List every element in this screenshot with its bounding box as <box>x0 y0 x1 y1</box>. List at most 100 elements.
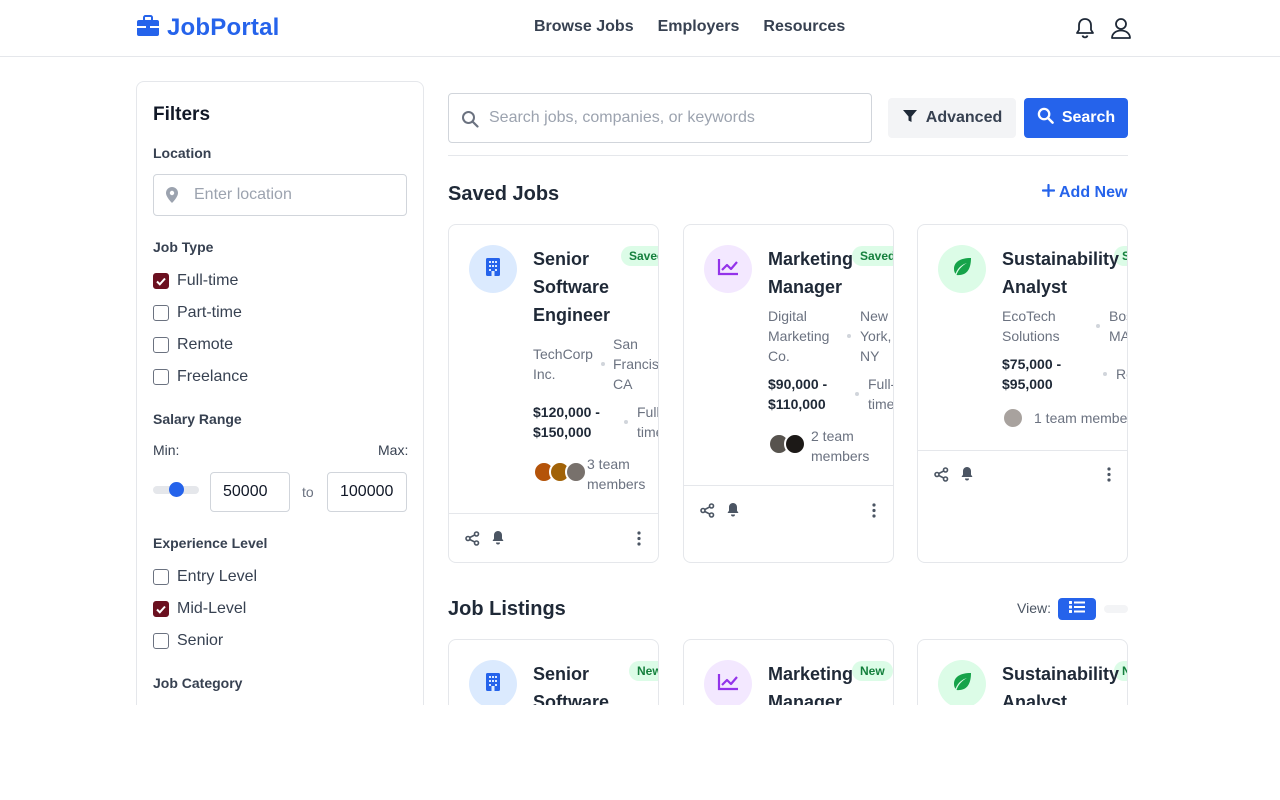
team-avatars <box>1002 407 1024 429</box>
avatar <box>1002 407 1024 429</box>
location-field[interactable] <box>153 174 407 216</box>
list-icon <box>1069 600 1085 618</box>
team-count: 2 team members <box>811 428 870 464</box>
salary-min-input[interactable]: 50000 <box>210 472 290 512</box>
saved-job-card[interactable]: Saved Sustainability Analyst EcoTech Sol… <box>917 224 1128 563</box>
checkbox-unchecked[interactable] <box>153 369 169 385</box>
job-type: Full-time <box>637 404 659 440</box>
top-header: JobPortal Browse Jobs Employers Resource… <box>0 0 1280 57</box>
job-title[interactable]: Senior Software Engineer <box>533 245 658 329</box>
page-bottom-blank <box>0 705 1280 800</box>
leaf-icon <box>951 257 973 282</box>
job-type-full-time[interactable]: Full-time <box>153 272 238 290</box>
main-nav: Browse Jobs Employers Resources <box>534 18 845 36</box>
job-location: Boston, MA <box>1109 308 1128 344</box>
company-avatar <box>704 660 752 708</box>
share-icon[interactable] <box>934 467 949 487</box>
company-name: TechCorp Inc. <box>533 346 593 382</box>
search-field[interactable] <box>448 93 872 143</box>
briefcase-icon <box>136 14 160 42</box>
team-count: 1 team member <box>1034 410 1128 426</box>
separator-dot <box>1096 324 1100 328</box>
saved-job-card[interactable]: Saved Senior Software Engineer TechCorp … <box>448 224 659 563</box>
search-button[interactable]: Search <box>1024 98 1128 138</box>
salary-to-label: to <box>302 484 314 500</box>
grid-view-button[interactable] <box>1104 605 1128 613</box>
job-listings-title: Job Listings <box>448 598 566 620</box>
experience-label: Experience Level <box>153 535 268 551</box>
job-type-remote[interactable]: Remote <box>153 336 233 354</box>
salary-max-input[interactable]: 100000 <box>327 472 407 512</box>
share-icon[interactable] <box>465 531 480 551</box>
separator-dot <box>601 362 605 366</box>
company-avatar <box>938 660 986 708</box>
plus-icon <box>1041 183 1056 202</box>
header-actions <box>1074 16 1134 40</box>
search-input[interactable] <box>489 109 859 127</box>
bell-icon[interactable] <box>491 530 505 551</box>
job-type-part-time[interactable]: Part-time <box>153 304 242 322</box>
bell-icon[interactable] <box>960 466 974 487</box>
building-icon <box>485 257 501 282</box>
card-divider <box>684 485 893 486</box>
nav-resources[interactable]: Resources <box>763 18 845 36</box>
chart-line-icon <box>717 258 739 281</box>
chart-line-icon <box>717 673 739 696</box>
bell-icon[interactable] <box>726 502 740 523</box>
checkbox-label: Part-time <box>177 304 242 321</box>
checkbox-label: Remote <box>177 336 234 353</box>
bell-icon[interactable] <box>1074 16 1098 40</box>
salary-max-label: Max: <box>378 442 409 458</box>
nav-browse-jobs[interactable]: Browse Jobs <box>534 18 634 36</box>
job-type-freelance[interactable]: Freelance <box>153 368 248 386</box>
experience-entry[interactable]: Entry Level <box>153 568 257 586</box>
team-avatars <box>768 433 806 455</box>
experience-senior[interactable]: Senior <box>153 632 223 650</box>
company-name: EcoTech Solutions <box>1002 308 1060 344</box>
job-title[interactable]: Sustainability Analyst <box>1002 245 1127 301</box>
saved-jobs-title: Saved Jobs <box>448 183 560 205</box>
slider-thumb[interactable] <box>169 482 184 497</box>
card-divider <box>449 513 658 514</box>
advanced-label: Advanced <box>925 109 1003 126</box>
checkbox-unchecked[interactable] <box>153 337 169 353</box>
separator-dot <box>847 334 851 338</box>
checkbox-unchecked[interactable] <box>153 633 169 649</box>
checkbox-checked[interactable] <box>153 273 169 289</box>
advanced-button[interactable]: Advanced <box>888 98 1016 138</box>
checkbox-label: Mid-Level <box>177 600 247 617</box>
company-avatar <box>938 245 986 293</box>
search-icon <box>1037 107 1054 129</box>
salary-slider[interactable] <box>153 482 199 497</box>
brand-logo[interactable]: JobPortal <box>136 14 279 42</box>
add-new-button[interactable]: Add New <box>1041 183 1127 202</box>
salary-min-label: Min: <box>153 442 180 458</box>
nav-employers[interactable]: Employers <box>658 18 740 36</box>
job-location: San Francisco, CA <box>613 336 659 392</box>
list-view-button[interactable] <box>1058 598 1096 620</box>
filters-panel: Filters Location Job Type Full-time Part… <box>136 81 424 705</box>
user-icon[interactable] <box>1110 16 1134 40</box>
team-count: 3 team members <box>587 456 646 492</box>
checkbox-unchecked[interactable] <box>153 569 169 585</box>
more-vertical-icon[interactable] <box>637 531 641 551</box>
separator-dot <box>1103 372 1107 376</box>
avatar <box>565 461 587 483</box>
share-icon[interactable] <box>700 503 715 523</box>
saved-job-card[interactable]: Saved Marketing Manager Digital Marketin… <box>683 224 894 563</box>
checkbox-unchecked[interactable] <box>153 305 169 321</box>
salary: $75,000 - $95,000 <box>1002 356 1062 392</box>
job-title[interactable]: Marketing Manager <box>768 245 893 301</box>
more-vertical-icon[interactable] <box>1107 467 1111 487</box>
location-label: Location <box>153 145 212 161</box>
checkbox-checked[interactable] <box>153 601 169 617</box>
job-type: Remote <box>1116 366 1127 382</box>
location-input[interactable] <box>194 186 394 204</box>
checkbox-label: Full-time <box>177 272 239 289</box>
separator-dot <box>855 392 859 396</box>
job-category-label: Job Category <box>153 675 243 691</box>
more-vertical-icon[interactable] <box>872 503 876 523</box>
experience-mid[interactable]: Mid-Level <box>153 600 246 618</box>
company-avatar <box>469 660 517 708</box>
building-icon <box>485 672 501 697</box>
